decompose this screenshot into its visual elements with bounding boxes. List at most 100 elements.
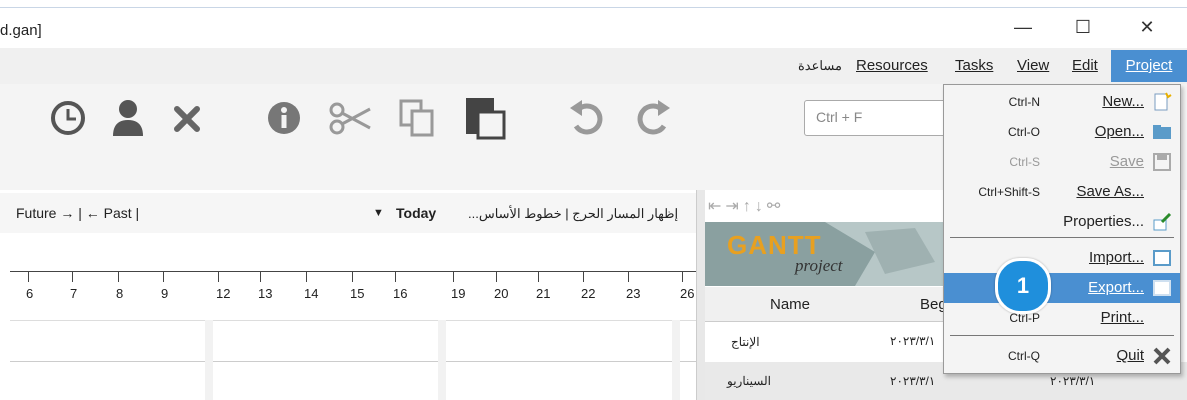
menu-item-quit[interactable]: Ctrl-Q Quit [944,341,1180,371]
logo-subtext: project [795,256,843,275]
label-import: Import... [1088,249,1144,266]
task-begin: ٢٠٢٣/٣/١ [890,334,936,348]
task-name: السيناريو [727,374,771,388]
timeline-tick [72,272,73,282]
ganttproject-logo: GANTT project [705,222,945,286]
timeline-tick [583,272,584,282]
timeline-axis [10,271,696,272]
project-menu: Ctrl-N New... Ctrl-O Open... Ctrl-S Save… [943,84,1181,374]
timeline-day-label: 20 [494,286,509,301]
menu-separator [950,335,1174,336]
quit-icon [1153,347,1171,365]
menu-item-save-as[interactable]: Ctrl+Shift-S Save As... [944,177,1180,207]
clock-icon[interactable] [50,100,86,136]
timeline-day-label: 21 [536,286,551,301]
weekend-column [672,320,680,400]
timeline-tick [260,272,261,282]
shortcut-save-as: Ctrl+Shift-S [978,185,1040,199]
task-end: ٢٠٢٣/٣/١ [1050,374,1096,388]
label-print: Print... [1100,309,1144,326]
menu-tasks[interactable]: Tasks [949,50,999,82]
menu-item-import[interactable]: Import... [944,243,1180,273]
redo-icon[interactable] [632,100,672,136]
task-grid-header [705,287,945,322]
menu-help[interactable]: مساعدة [792,50,848,82]
shortcut-quit: Ctrl-Q [1008,349,1040,363]
copy-icon[interactable] [398,98,438,138]
timeline-day-label: 8 [116,286,124,301]
label-new: New... [1102,93,1144,110]
timeline-day-label: 13 [258,286,273,301]
menu-item-print[interactable]: Ctrl-P Print... [944,303,1180,333]
timeline-tick [538,272,539,282]
step-callout-badge: 1 [995,258,1051,314]
undo-icon[interactable] [568,100,608,136]
search-placeholder: Ctrl + F [816,109,863,125]
properties-icon [1153,212,1172,231]
menu-view[interactable]: View [1011,50,1055,82]
user-icon[interactable] [110,98,146,138]
menu-item-save[interactable]: Ctrl-S Save [944,147,1180,177]
timeline-day-label: 16 [393,286,408,301]
timeline-tick [352,272,353,282]
minimize-button[interactable]: — [1003,10,1043,44]
label-save-as: Save As... [1076,183,1144,200]
menu-resources[interactable]: Resources [850,50,934,82]
window-title: d.gan] [0,22,42,39]
label-save: Save [1109,153,1144,170]
close-button[interactable]: ✕ [1127,10,1167,44]
chart-row-line [10,361,696,362]
future-past-nav[interactable]: Future → | ← Past | [16,205,139,221]
task-begin: ٢٠٢٣/٣/١ [890,374,936,388]
save-icon [1153,153,1171,171]
menu-item-new[interactable]: Ctrl-N New... [944,87,1180,117]
timeline-day-label: 26 [680,286,695,301]
timeline-day-label: 12 [216,286,231,301]
import-icon [1153,250,1171,266]
timeline-day-label: 6 [26,286,34,301]
info-icon[interactable] [266,100,302,136]
timeline-day-label: 19 [451,286,466,301]
menu-separator [950,237,1174,238]
timeline-tick [395,272,396,282]
timeline-tick [682,272,683,282]
timeline-tick [453,272,454,282]
delete-icon[interactable] [172,104,202,134]
timeline-tick [118,272,119,282]
task-name: الإنتاج [731,335,760,349]
paste-icon[interactable] [464,96,508,140]
menu-project[interactable]: Project [1111,50,1187,82]
today-button[interactable]: Today [396,205,436,221]
critical-path-baseline-links[interactable]: إظهار المسار الحرج | خطوط الأساس... [468,206,678,222]
timeline-day-label: 23 [626,286,641,301]
timeline-day-label: 9 [161,286,169,301]
open-folder-icon [1153,125,1171,139]
weekend-column [205,320,213,400]
timeline-day-label: 14 [304,286,319,301]
weekend-column [438,320,446,400]
timeline-tick [628,272,629,282]
label-properties: Properties... [1063,213,1144,230]
label-open: Open... [1094,123,1144,140]
chart-row-line [10,320,696,321]
label-quit: Quit [1116,347,1144,364]
column-name[interactable]: Name [770,296,810,313]
menu-item-export[interactable]: Export... [944,273,1180,303]
label-export: Export... [1088,279,1144,296]
shortcut-open: Ctrl-O [1008,125,1040,139]
menu-bar [0,48,1187,84]
shortcut-new: Ctrl-N [1008,95,1040,109]
menu-edit[interactable]: Edit [1066,50,1104,82]
timeline-tick [28,272,29,282]
today-dropdown-arrow[interactable]: ▼ [373,207,384,219]
new-file-icon [1154,92,1172,111]
maximize-button[interactable]: ☐ [1063,10,1103,44]
timeline-tick [496,272,497,282]
timeline-tick [306,272,307,282]
cut-icon[interactable] [328,98,372,138]
timeline-tick [163,272,164,282]
menu-item-open[interactable]: Ctrl-O Open... [944,117,1180,147]
task-tools-icons[interactable]: ⇤⇥↑↓⚯ [708,196,784,216]
menu-item-properties[interactable]: Properties... [944,207,1180,237]
timeline-day-label: 7 [70,286,78,301]
